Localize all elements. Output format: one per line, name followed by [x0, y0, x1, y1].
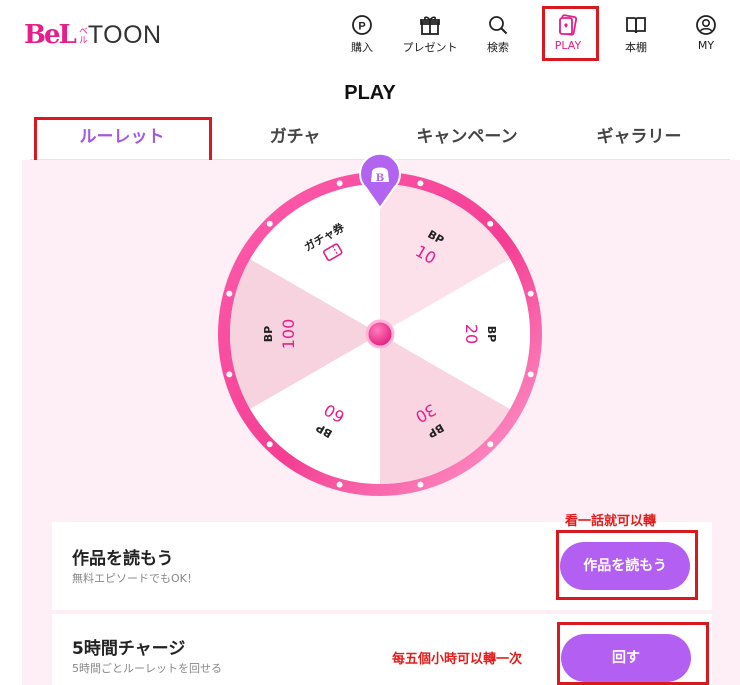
roulette-wheel-area: BP 10 BP 20 BP 30 BP 60 BP 100 ガチャ券 B	[210, 150, 550, 510]
logo-bel-kana: ベル	[76, 26, 87, 44]
logo-toon: TOON	[87, 20, 162, 49]
logo-bel: BeL	[24, 20, 77, 50]
roulette-wheel[interactable]: BP10BP20BP30BP60BP 100ガチャ券 B	[210, 150, 550, 510]
play-cards-icon	[558, 14, 578, 36]
nav-my[interactable]: MY	[677, 6, 735, 62]
search-icon	[489, 16, 508, 35]
segment-type-label: BP	[485, 326, 498, 342]
rim-dot	[527, 371, 534, 378]
pointer-letter: B	[376, 173, 384, 184]
nav-purchase-label: 購入	[351, 41, 373, 54]
segment-type-label: BP	[262, 326, 275, 342]
rim-dot	[487, 220, 494, 227]
svg-text:P: P	[358, 21, 365, 33]
rim-dot	[487, 441, 494, 448]
annotation-charge-note: 每五個小時可以轉一次	[392, 652, 523, 667]
segment-value-label: 100	[279, 319, 298, 350]
nav-search-label: 検索	[487, 41, 509, 54]
nav-my-label: MY	[697, 39, 715, 52]
charge-subtitle: 5時間ごとルーレットを回せる	[72, 662, 222, 675]
rim-dot	[417, 481, 424, 488]
book-icon	[626, 17, 646, 34]
nav-play-label: PLAY	[554, 39, 582, 52]
rim-dot	[266, 441, 273, 448]
rim-dot	[527, 290, 534, 297]
rim-dot	[226, 371, 233, 378]
tab-gallery[interactable]: ギャラリー	[554, 115, 724, 159]
spin-button[interactable]: 回す	[561, 634, 691, 682]
gift-icon	[420, 16, 440, 35]
nav-present-label: プレゼント	[402, 41, 458, 54]
point-coin-icon: P	[352, 15, 372, 35]
read-work-subtitle: 無料エピソードでもOK！	[72, 572, 198, 585]
rim-dot	[226, 290, 233, 297]
rim-dot	[336, 180, 343, 187]
page-title: PLAY	[344, 82, 396, 104]
rim-dot	[336, 481, 343, 488]
tab-roulette[interactable]: ルーレット	[37, 115, 207, 159]
nav-purchase[interactable]: P 購入	[333, 6, 391, 62]
nav-present[interactable]: プレゼント	[401, 6, 459, 62]
charge-title: 5時間チャージ	[72, 639, 186, 659]
nav-bookshelf-label: 本棚	[625, 41, 647, 54]
rim-dot	[266, 220, 273, 227]
wheel-hub	[365, 319, 395, 349]
user-icon	[696, 15, 716, 35]
wheel-segment-label: BP20	[462, 324, 498, 344]
rim-dot	[417, 180, 424, 187]
nav-search[interactable]: 検索	[469, 6, 527, 62]
segment-value-label: 20	[462, 324, 481, 344]
beltoon-logo[interactable]: BeL ベル TOON	[24, 20, 162, 50]
header: BeL ベル TOON P 購入 プレゼント 検索 PLAY 本棚 MY	[0, 0, 740, 72]
annotation-read-note: 看一話就可以轉	[565, 514, 657, 529]
nav-play[interactable]: PLAY	[539, 6, 597, 62]
read-work-button[interactable]: 作品を読もう	[560, 542, 690, 590]
nav-bookshelf[interactable]: 本棚	[607, 6, 665, 62]
read-work-title: 作品を読もう	[72, 549, 174, 569]
